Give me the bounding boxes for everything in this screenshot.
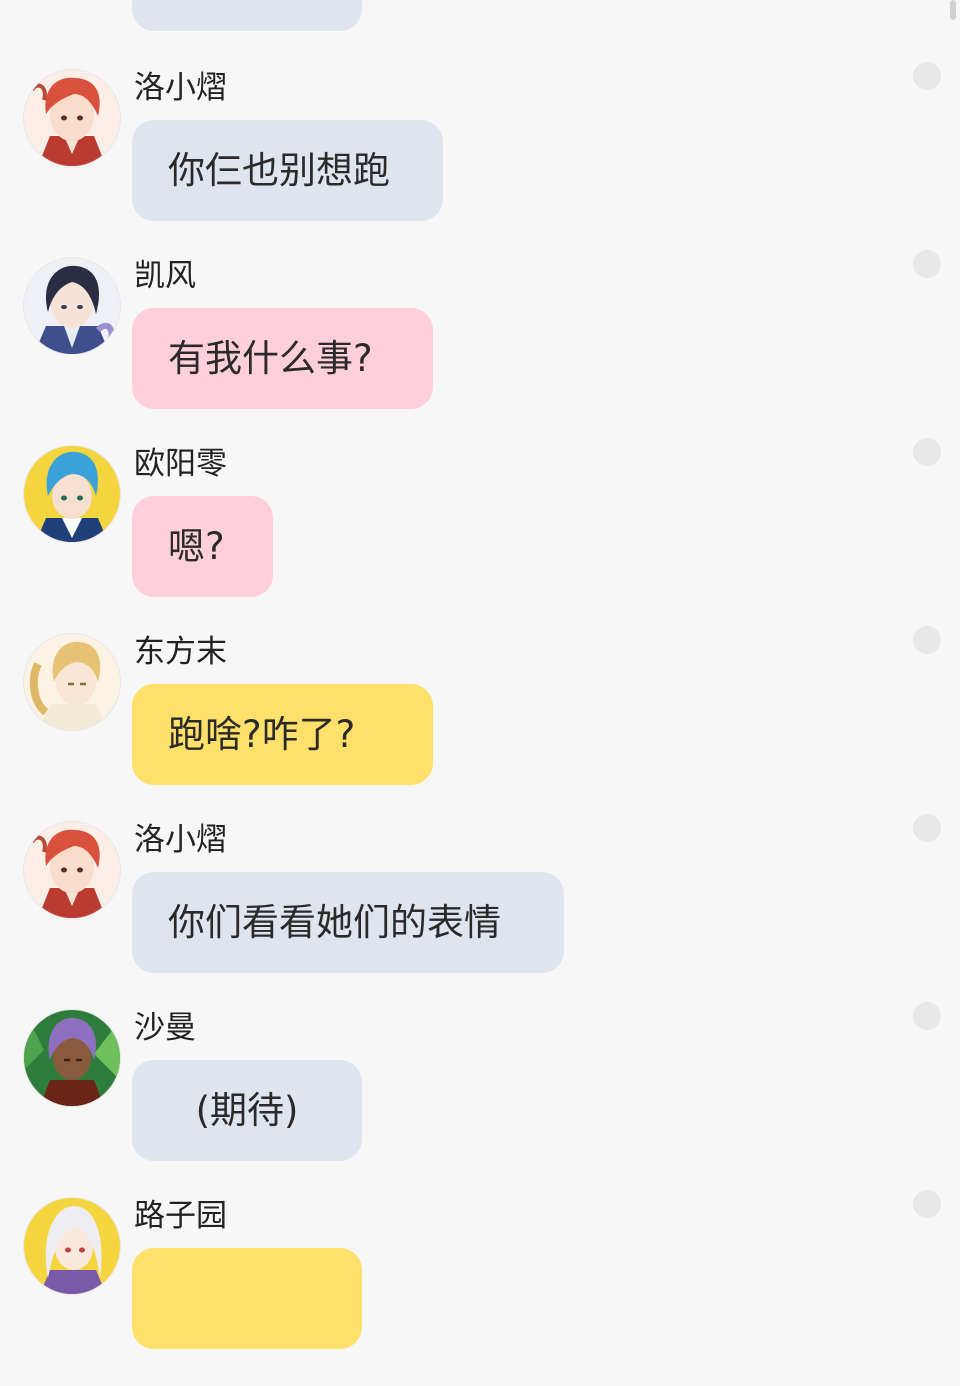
- sender-name: 路子园: [134, 1198, 227, 1234]
- message-bubble[interactable]: (期待): [132, 1060, 362, 1161]
- status-dot-icon: [913, 250, 941, 278]
- message-item: 欧阳零 嗯?: [0, 438, 960, 634]
- sender-name: 洛小熠: [134, 822, 227, 858]
- sender-name: 东方末: [134, 634, 227, 670]
- message-bubble[interactable]: 有我什么事?: [132, 308, 433, 409]
- message-bubble[interactable]: [132, 1248, 362, 1349]
- status-dot-icon: [913, 1190, 941, 1218]
- status-dot-icon: [913, 626, 941, 654]
- status-dot-icon: [913, 814, 941, 842]
- status-dot-icon: [913, 1002, 941, 1030]
- chat-message-list[interactable]: 洛小熠 你仨也别想跑 凯风 有我什么事? 欧阳零 嗯? 东方末 跑啥?咋了? 洛…: [0, 0, 960, 1349]
- blonde-hair-boy-avatar-icon[interactable]: [24, 634, 120, 730]
- blue-hair-boy-avatar-icon[interactable]: [24, 446, 120, 542]
- sender-name: 凯风: [134, 258, 196, 294]
- status-dot-icon: [913, 62, 941, 90]
- message-bubble[interactable]: 你们看看她们的表情: [132, 872, 564, 973]
- purple-hair-girl-avatar-icon[interactable]: [24, 1010, 120, 1106]
- sender-name: 欧阳零: [134, 446, 227, 482]
- sender-name: 沙曼: [134, 1010, 196, 1046]
- message-bubble[interactable]: 嗯?: [132, 496, 273, 597]
- message-item: 洛小熠 你们看看她们的表情: [0, 814, 960, 1010]
- message-item: 东方末 跑啥?咋了?: [0, 626, 960, 822]
- red-hair-boy-avatar-icon[interactable]: [24, 822, 120, 918]
- message-item: 路子园: [0, 1190, 960, 1386]
- red-hair-boy-avatar-icon[interactable]: [24, 70, 120, 166]
- message-bubble[interactable]: 跑啥?咋了?: [132, 684, 433, 785]
- previous-message-bubble[interactable]: [132, 0, 362, 31]
- status-dot-icon: [913, 438, 941, 466]
- scrollbar[interactable]: [950, 0, 956, 20]
- message-bubble[interactable]: 你仨也别想跑: [132, 120, 443, 221]
- message-item: 凯风 有我什么事?: [0, 250, 960, 446]
- sender-name: 洛小熠: [134, 70, 227, 106]
- message-item: 沙曼 (期待): [0, 1002, 960, 1198]
- message-item: 洛小熠 你仨也别想跑: [0, 62, 960, 258]
- dark-hair-boy-avatar-icon[interactable]: [24, 258, 120, 354]
